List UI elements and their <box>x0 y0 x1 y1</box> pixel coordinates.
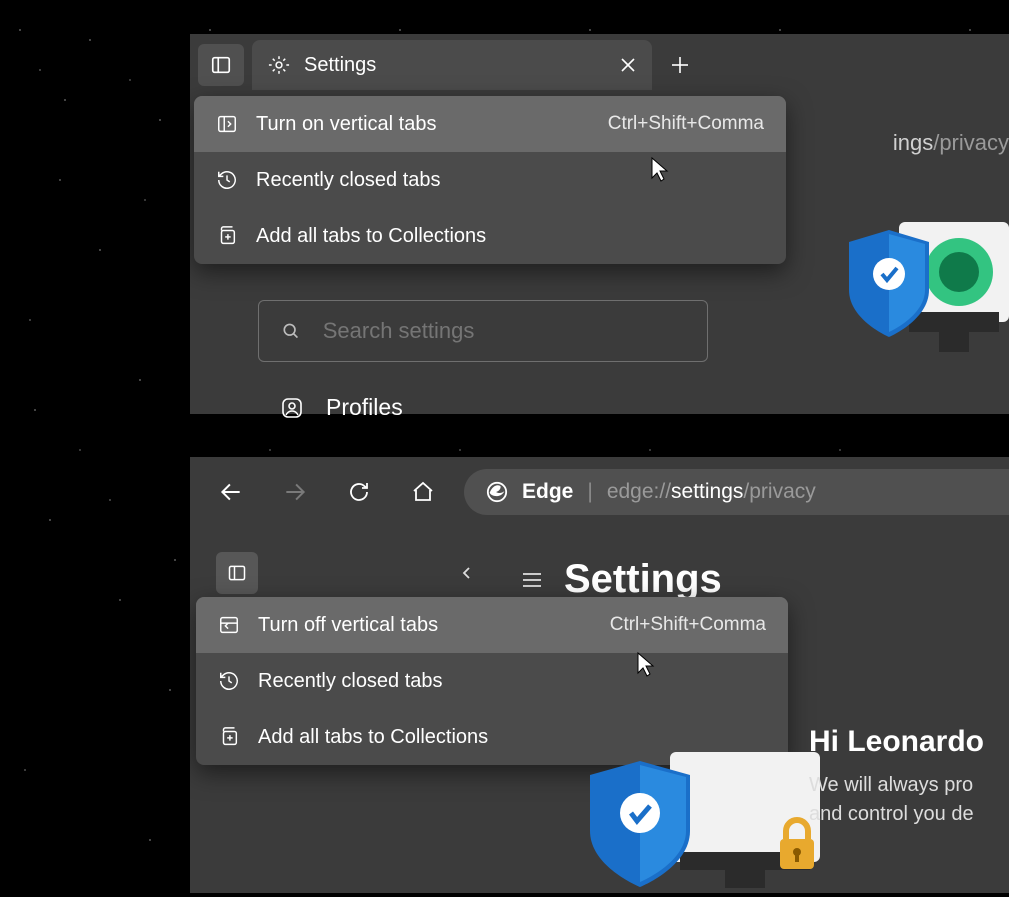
arrow-right-icon <box>282 479 308 505</box>
menu-item-shortcut: Ctrl+Shift+Comma <box>610 614 766 636</box>
panel-icon <box>227 563 247 583</box>
vertical-tabs-icon <box>216 113 238 135</box>
sidebar-item-label: Profiles <box>326 394 403 421</box>
menu-item-label: Turn off vertical tabs <box>258 614 438 637</box>
menu-item-vertical-tabs-off[interactable]: Turn off vertical tabs Ctrl+Shift+Comma <box>196 597 788 653</box>
close-icon <box>620 57 636 73</box>
browser-toolbar: Edge | edge://settings/privacy <box>190 457 1009 527</box>
menu-item-vertical-tabs[interactable]: Turn on vertical tabs Ctrl+Shift+Comma <box>194 96 786 152</box>
greeting-heading: Hi Leonardo <box>809 725 1009 759</box>
settings-sidebar-fragment: Profiles <box>258 300 708 421</box>
tab-actions-menu: Turn off vertical tabs Ctrl+Shift+Comma … <box>196 597 788 765</box>
home-icon <box>411 480 435 504</box>
arrow-left-icon <box>218 479 244 505</box>
address-bar-fragment: ings/privacy <box>893 130 1009 156</box>
address-text-dim: /privacy <box>933 130 1009 155</box>
gear-icon <box>268 54 290 76</box>
menu-item-recently-closed[interactable]: Recently closed tabs <box>194 152 786 208</box>
greeting-block: Hi Leonardo We will always pro and contr… <box>809 725 1009 829</box>
page-title: Settings <box>564 557 722 602</box>
address-path-bold: settings <box>671 480 743 503</box>
address-path-rest: /privacy <box>743 480 815 503</box>
collapse-vertical-tabs-button[interactable] <box>460 566 474 580</box>
tab-actions-button[interactable] <box>216 552 258 594</box>
forward-button[interactable] <box>272 469 318 515</box>
menu-item-label: Turn on vertical tabs <box>256 113 436 136</box>
menu-item-label: Add all tabs to Collections <box>258 726 488 749</box>
menu-item-label: Add all tabs to Collections <box>256 225 486 248</box>
privacy-illustration <box>839 212 1009 372</box>
menu-item-add-collections[interactable]: Add all tabs to Collections <box>194 208 786 264</box>
hamburger-button[interactable] <box>520 568 544 592</box>
vertical-tab-strip-header <box>200 543 490 603</box>
menu-item-label: Recently closed tabs <box>258 670 443 693</box>
tab-actions-button[interactable] <box>198 44 244 86</box>
address-text-bold: ings <box>893 130 933 155</box>
edge-window-vertical-tabs: Edge | edge://settings/privacy Settings … <box>190 457 1009 893</box>
chevron-left-icon <box>460 566 474 580</box>
profile-icon <box>280 396 304 420</box>
new-tab-button[interactable] <box>660 45 700 85</box>
address-brand: Edge <box>522 480 573 504</box>
history-icon <box>218 670 240 692</box>
menu-item-recently-closed[interactable]: Recently closed tabs <box>196 653 788 709</box>
tab-actions-menu: Turn on vertical tabs Ctrl+Shift+Comma R… <box>194 96 786 264</box>
menu-item-shortcut: Ctrl+Shift+Comma <box>608 113 764 135</box>
home-button[interactable] <box>400 469 446 515</box>
refresh-button[interactable] <box>336 469 382 515</box>
history-icon <box>216 169 238 191</box>
panel-icon <box>210 54 232 76</box>
address-proto: edge:// <box>607 480 671 503</box>
edge-logo-icon <box>486 481 508 503</box>
page-header: Settings <box>520 557 722 602</box>
plus-icon <box>670 55 690 75</box>
vertical-tabs-off-icon <box>218 614 240 636</box>
menu-item-label: Recently closed tabs <box>256 169 441 192</box>
refresh-icon <box>347 480 371 504</box>
collections-icon <box>218 726 240 748</box>
tab-title: Settings <box>304 54 376 77</box>
greeting-line: and control you de <box>809 800 1009 829</box>
sidebar-item-profiles[interactable]: Profiles <box>258 394 708 421</box>
edge-window-horizontal-tabs: Settings ings/privacy Turn on vertical t… <box>190 34 1009 414</box>
address-bar[interactable]: Edge | edge://settings/privacy <box>464 469 1009 515</box>
back-button[interactable] <box>208 469 254 515</box>
search-icon <box>281 320 301 342</box>
greeting-line: We will always pro <box>809 771 1009 800</box>
tab-close-button[interactable] <box>620 57 636 73</box>
address-separator: | <box>587 480 592 504</box>
search-settings-input[interactable] <box>323 318 685 344</box>
privacy-illustration <box>570 747 830 897</box>
menu-icon <box>520 568 544 592</box>
browser-tab-active[interactable]: Settings <box>252 40 652 90</box>
search-settings-box[interactable] <box>258 300 708 362</box>
tab-strip: Settings <box>190 34 1009 96</box>
collections-icon <box>216 225 238 247</box>
